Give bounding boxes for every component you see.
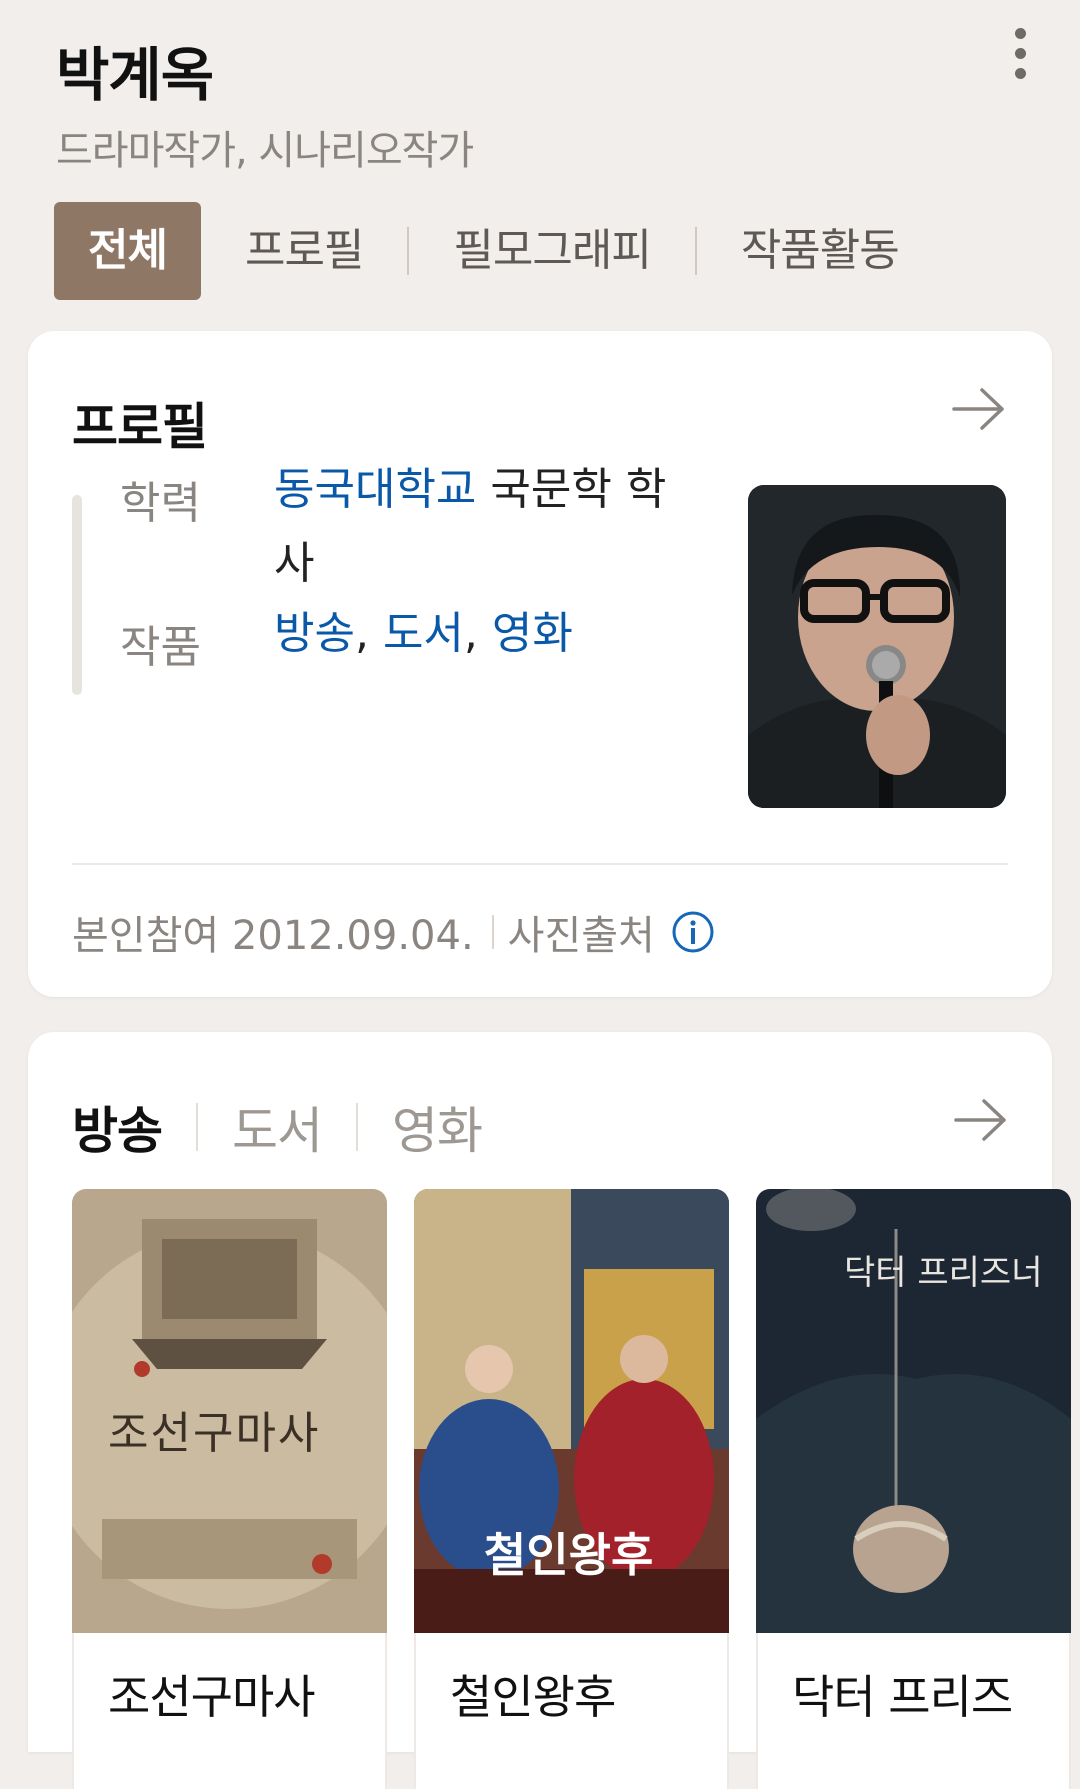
work-card[interactable]: 닥터 프리즈너 닥터 프리즈	[756, 1189, 1071, 1789]
tab-filmography[interactable]: 필모그래피	[409, 202, 694, 300]
works-carousel[interactable]: 조선구마사 조선구마사 철인왕후 철인왕후 닥터 프리즈너 닥터 프리즈	[72, 1189, 1080, 1789]
education-school-link[interactable]: 동국대학교	[274, 464, 476, 515]
work-card[interactable]: 조선구마사 조선구마사	[72, 1189, 387, 1789]
person-name: 박계옥	[56, 41, 214, 109]
profile-photo[interactable]	[748, 485, 1006, 808]
education-value: 동국대학교 국문학 학 사	[274, 453, 724, 601]
works-link-books[interactable]: 도서	[383, 608, 464, 659]
works-separator: ,	[354, 608, 383, 659]
education-detail-cont: 사	[274, 538, 315, 589]
work-caption: 조선구마사	[72, 1633, 387, 1789]
works-link-broadcast[interactable]: 방송	[274, 608, 355, 659]
education-detail: 국문학 학	[476, 464, 667, 515]
works-label: 작품	[120, 622, 201, 673]
work-poster: 철인왕후	[414, 1189, 729, 1633]
works-tabs: 방송 도서 영화	[72, 1091, 483, 1163]
work-title: 닥터 프리즈	[792, 1670, 1013, 1724]
page-header: 박계옥 드라마작가, 시나리오작가 전체 프로필 필모그래피 작품활동	[0, 0, 1080, 330]
works-tab-movies[interactable]: 영화	[392, 1091, 483, 1163]
works-value: 방송, 도서, 영화	[274, 597, 573, 671]
arrow-right-icon[interactable]	[954, 1098, 1008, 1142]
work-card[interactable]: 철인왕후 철인왕후	[414, 1189, 729, 1789]
category-tabs: 전체 프로필 필모그래피 작품활동	[54, 202, 943, 300]
profile-card-title[interactable]: 프로필	[72, 387, 208, 459]
profile-card: 프로필 학력 동국대학교 국문학 학 사 작품 방송, 도서, 영화 본인참여 …	[28, 331, 1052, 997]
tab-activities[interactable]: 작품활동	[697, 202, 943, 300]
info-icon[interactable]	[671, 910, 715, 954]
profile-footer: 본인참여 2012.09.04. 사진출처	[72, 903, 715, 961]
more-vertical-icon[interactable]	[1010, 28, 1030, 88]
arrow-right-icon[interactable]	[952, 387, 1006, 431]
self-participation-date: 본인참여 2012.09.04.	[72, 913, 474, 959]
photo-source-label[interactable]: 사진출처	[508, 903, 655, 961]
tab-profile[interactable]: 프로필	[201, 202, 407, 300]
work-poster: 닥터 프리즈너	[756, 1189, 1071, 1633]
card-divider	[72, 863, 1008, 865]
works-link-movies[interactable]: 영화	[492, 608, 573, 659]
poster-title-text: 조선구마사	[108, 1408, 321, 1459]
work-poster: 조선구마사	[72, 1189, 387, 1633]
profile-accent-bar	[72, 495, 82, 695]
poster-title-text: 닥터 프리즈너	[844, 1253, 1043, 1293]
education-label: 학력	[120, 478, 201, 529]
works-card: 방송 도서 영화 조선구마사 조선구마사 철인왕후 철인왕후 닥터 프리즈너 닥…	[28, 1032, 1071, 1789]
works-separator: ,	[463, 608, 492, 659]
works-tab-broadcast[interactable]: 방송	[72, 1091, 163, 1163]
work-caption: 닥터 프리즈	[756, 1633, 1071, 1789]
work-caption: 철인왕후	[414, 1633, 729, 1789]
poster-title-text: 철인왕후	[484, 1528, 654, 1582]
person-occupation: 드라마작가, 시나리오작가	[56, 128, 474, 174]
work-title: 조선구마사	[108, 1670, 316, 1724]
works-tab-books[interactable]: 도서	[232, 1091, 323, 1163]
work-title: 철인왕후	[450, 1670, 616, 1724]
tab-all[interactable]: 전체	[54, 202, 201, 300]
